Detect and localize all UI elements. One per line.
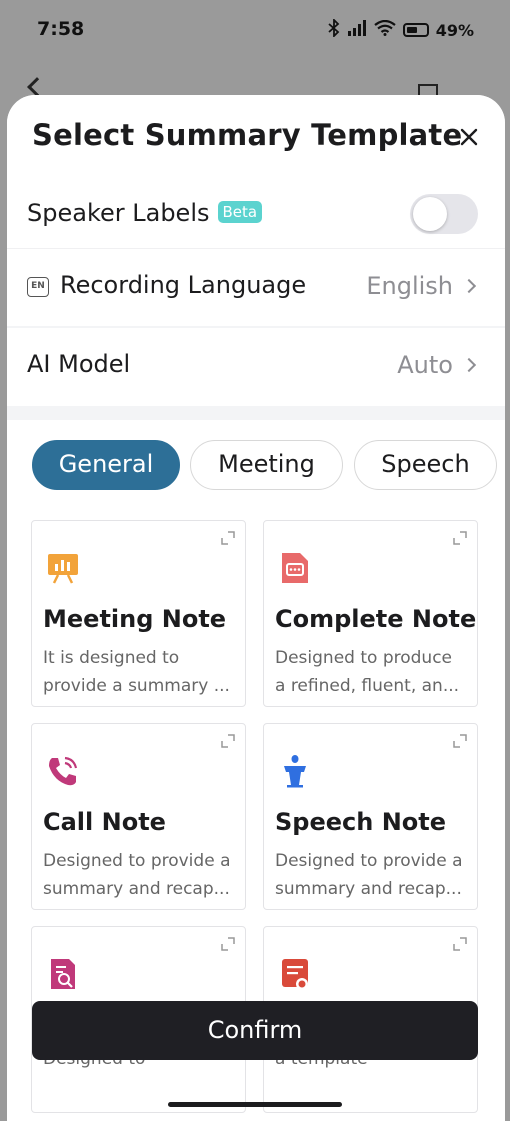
close-button[interactable]	[455, 123, 483, 151]
speaker-labels-row: Speaker Labels Beta	[7, 177, 505, 255]
bottom-sheet: Select Summary Template Speaker Labels Be…	[7, 95, 505, 1121]
home-indicator	[168, 1102, 342, 1107]
expand-icon[interactable]	[221, 937, 235, 951]
expand-icon[interactable]	[453, 734, 467, 748]
chevron-right-icon	[461, 357, 477, 373]
chevron-right-icon	[461, 278, 477, 294]
card-desc-line: Designed to provide a	[43, 851, 231, 871]
card-desc-line: It is designed to	[43, 648, 180, 668]
close-icon	[460, 128, 478, 146]
speaker-labels-label: Speaker Labels Beta	[27, 199, 263, 227]
recording-language-value: English	[366, 272, 453, 300]
document-search-icon	[51, 959, 75, 989]
ai-model-label: AI Model	[27, 350, 131, 378]
expand-icon[interactable]	[221, 734, 235, 748]
bluetooth-icon	[328, 17, 340, 41]
screen: 7:58 49% Select Summary Template Speaker…	[0, 0, 510, 1121]
tab-general[interactable]: General	[32, 440, 180, 490]
card-title: Meeting Note	[43, 605, 227, 633]
signal-icon	[347, 20, 367, 40]
document-chat-icon	[282, 553, 308, 583]
toggle-knob	[413, 197, 447, 231]
card-desc-line: summary and recap...	[43, 879, 230, 899]
battery-icon	[402, 23, 429, 37]
speaker-labels-text: Speaker Labels	[27, 199, 210, 227]
template-card-complete-note[interactable]: Complete Note Designed to produce a refi…	[263, 520, 478, 707]
card-description: Designed to provide a summary and recap.…	[275, 847, 470, 903]
presentation-chart-icon	[48, 554, 78, 584]
status-icons: 49%	[328, 17, 474, 41]
expand-icon[interactable]	[453, 937, 467, 951]
ai-model-value: Auto	[397, 351, 453, 379]
card-description: Designed to provide a summary and recap.…	[43, 847, 238, 903]
card-title: Complete Note	[275, 605, 477, 633]
wifi-icon	[374, 19, 396, 40]
template-card-call-note[interactable]: Call Note Designed to provide a summary …	[31, 723, 246, 910]
back-icon	[27, 77, 47, 97]
battery-percent: 49%	[435, 20, 474, 40]
recording-language-label: Recording Language	[60, 271, 307, 299]
document-record-icon	[282, 959, 308, 990]
card-description: Designed to produce a refined, fluent, a…	[275, 644, 470, 700]
podium-icon	[284, 755, 306, 788]
status-bar: 7:58 49%	[0, 0, 510, 62]
card-title: Call Note	[43, 808, 166, 836]
status-time: 7:58	[37, 18, 85, 40]
speaker-labels-toggle[interactable]	[410, 194, 478, 234]
tab-speech[interactable]: Speech	[354, 440, 497, 490]
template-tabs: General Meeting Speech	[32, 440, 505, 492]
expand-icon[interactable]	[221, 531, 235, 545]
phone-call-icon	[49, 756, 78, 786]
card-desc-line: a refined, fluent, an...	[275, 676, 460, 696]
template-card-speech-note[interactable]: Speech Note Designed to provide a summar…	[263, 723, 478, 910]
recording-language-row[interactable]: EN Recording Language English	[7, 248, 505, 326]
ai-model-row[interactable]: AI Model Auto	[7, 328, 505, 406]
card-desc-line: Designed to produce	[275, 648, 452, 668]
card-desc-line: summary and recap...	[275, 879, 462, 899]
template-card-meeting-note[interactable]: Meeting Note It is designed to provide a…	[31, 520, 246, 707]
card-desc-line: provide a summary ...	[43, 676, 230, 696]
card-desc-line: Designed to provide a	[275, 851, 463, 871]
expand-icon[interactable]	[453, 531, 467, 545]
card-title: Speech Note	[275, 808, 447, 836]
sheet-header: Select Summary Template	[7, 95, 505, 177]
confirm-button[interactable]: Confirm	[32, 1001, 478, 1060]
sheet-title: Select Summary Template	[32, 118, 463, 152]
beta-badge: Beta	[217, 201, 263, 223]
language-icon: EN	[27, 277, 49, 297]
tab-meeting[interactable]: Meeting	[190, 440, 343, 490]
card-description: It is designed to provide a summary ...	[43, 644, 238, 700]
